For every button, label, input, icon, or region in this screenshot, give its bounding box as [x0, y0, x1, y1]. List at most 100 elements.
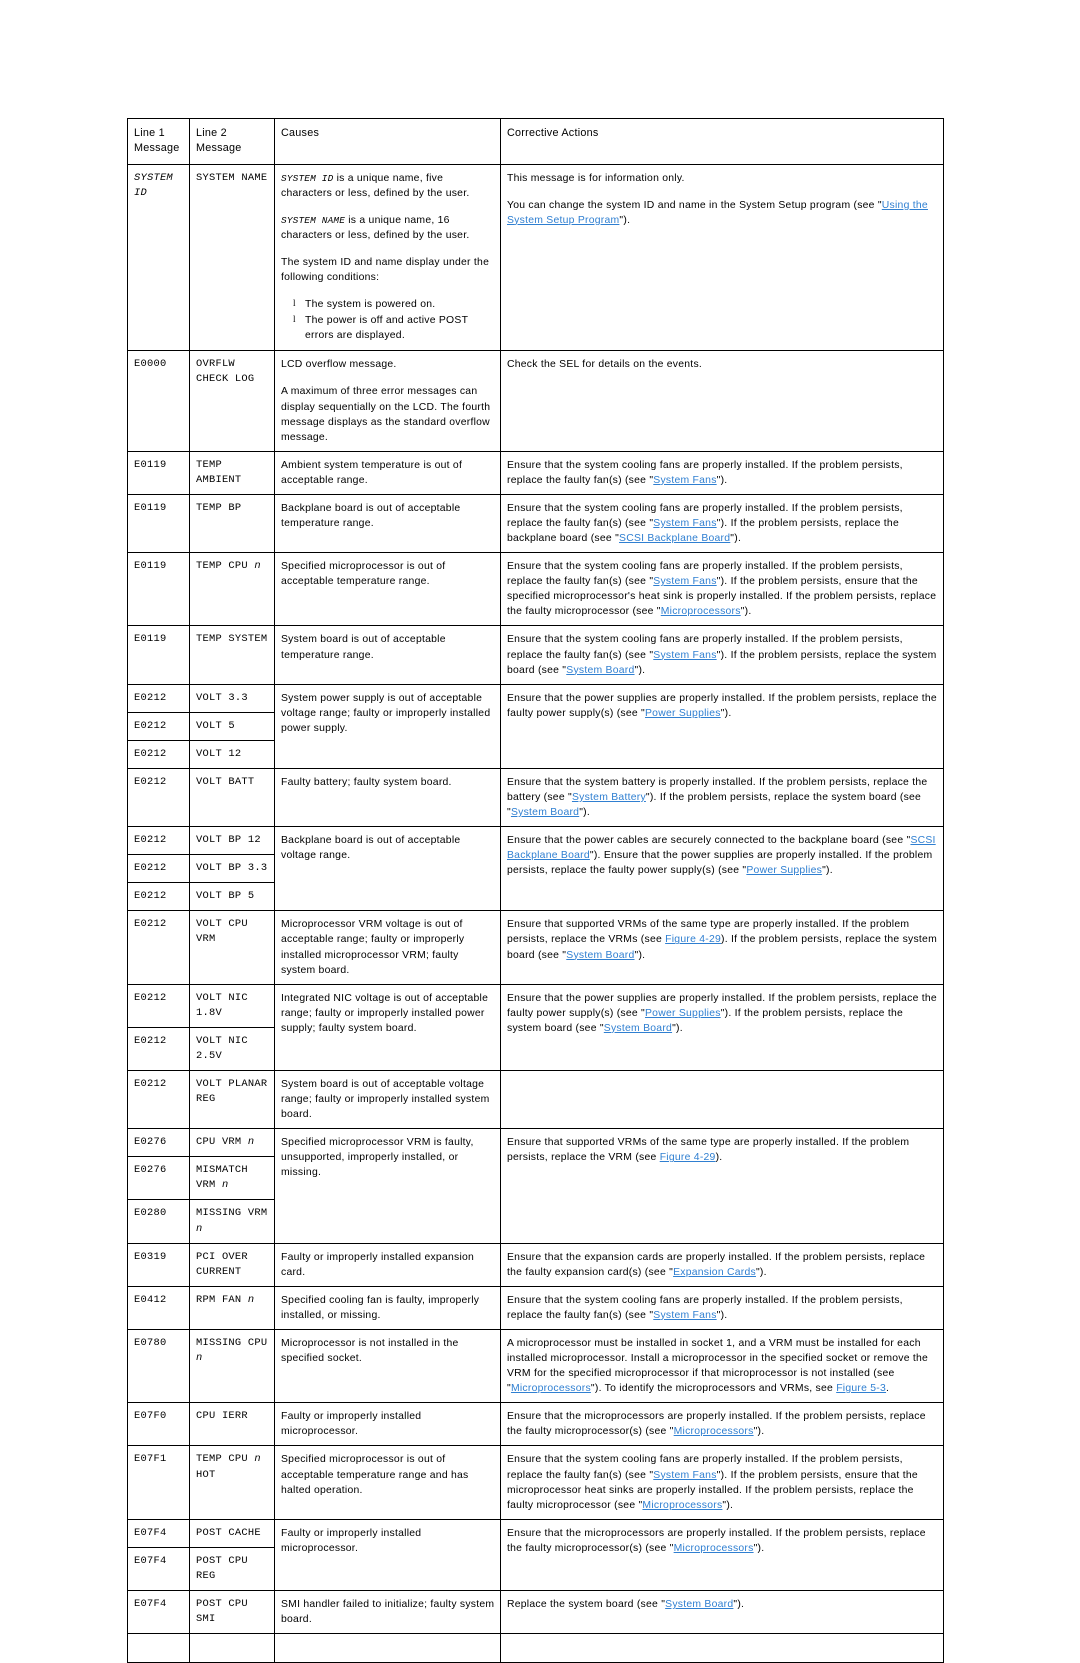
cell-line1-message: E0212: [127, 910, 190, 985]
cell-corrective-actions: Ensure that the power cables are securel…: [500, 826, 944, 912]
xref-link[interactable]: System Board: [511, 807, 579, 818]
xref-link[interactable]: System Battery: [572, 792, 646, 803]
table-row: E0212 VOLT CPU VRM Microprocessor VRM volt…: [127, 910, 944, 985]
xref-link[interactable]: Using the System Setup Program: [507, 200, 928, 226]
table-row: E0412 RPM FAN n Specified cooling fan is f…: [127, 1285, 944, 1330]
cell-line1-message: E0000: [127, 350, 190, 452]
xref-link[interactable]: Power Supplies: [645, 1008, 721, 1019]
xref-link[interactable]: Microprocessors: [511, 1383, 591, 1394]
cell-line1-message: E0119: [127, 450, 190, 495]
cell-corrective-actions: Ensure that the microprocessors are prop…: [500, 1518, 944, 1591]
xref-link[interactable]: Figure 4-29: [660, 1152, 716, 1163]
code-token: SYSTEM NAME: [281, 214, 346, 226]
causes-paragraph: Specified microprocessor is out of accep…: [281, 1454, 469, 1496]
cell-continuation: [274, 1633, 501, 1663]
cell-causes: Microprocessor VRM voltage is out of acc…: [274, 910, 501, 985]
table-row: E0212 VOLT NIC 1.8V Integrated NIC voltage…: [127, 983, 944, 1072]
xref-link[interactable]: System Fans: [653, 576, 716, 587]
conditions-list: l The system is powered on. l The power is …: [281, 297, 495, 343]
xref-link[interactable]: System Board: [604, 1023, 672, 1034]
xref-link[interactable]: System Fans: [653, 650, 716, 661]
cell-line1-message: E0276: [127, 1156, 190, 1201]
xref-link[interactable]: System Fans: [653, 518, 716, 529]
causes-paragraph: Faulty or improperly installed expansion…: [281, 1251, 475, 1278]
actions-paragraph: Ensure that the system cooling fans are …: [507, 561, 937, 618]
actions-paragraph: You can change the system ID and name in…: [507, 199, 928, 226]
table-row: E0212 VOLT 3.3 System power supply is out …: [127, 683, 944, 769]
xref-link[interactable]: Microprocessors: [674, 1426, 754, 1437]
cell-causes: Specified cooling fan is faulty, imprope…: [274, 1285, 501, 1330]
variable-n: n: [247, 1136, 255, 1149]
cell-line1-message: E0119: [127, 493, 190, 554]
xref-link[interactable]: SCSI Backplane Board: [619, 533, 730, 544]
actions-paragraph: Ensure that the system cooling fans are …: [507, 459, 903, 486]
table-row: E0119 TEMP BP Backplane board is out of ac…: [127, 493, 944, 554]
xref-link[interactable]: System Board: [566, 665, 634, 676]
xref-link[interactable]: Power Supplies: [645, 708, 721, 719]
cell-line1-message: E0212: [127, 983, 190, 1028]
variable-n: n: [196, 1352, 203, 1365]
table-row: E0212 VOLT BP 12 Backplane board is out of…: [127, 826, 944, 912]
cell-corrective-actions: A microprocessor must be installed in so…: [500, 1328, 944, 1404]
xref-link[interactable]: SCSI Backplane Board: [507, 835, 936, 861]
table-row: E07F4 POST CPU SMI SMI handler failed to i…: [127, 1589, 944, 1635]
cell-line2-message: RPM FAN n: [189, 1285, 275, 1330]
variable-n: n: [221, 1179, 229, 1192]
cell-causes: Specified microprocessor is out of accep…: [274, 552, 501, 627]
cell-line1-message: E0212: [127, 739, 190, 769]
xref-link[interactable]: System Board: [665, 1599, 733, 1610]
cell-line1-message: E0119: [127, 625, 190, 685]
column-header-corrective-actions: Corrective Actions: [500, 118, 944, 165]
cell-causes: Specified microprocessor VRM is faulty, …: [274, 1128, 501, 1244]
table-row: E0212 VOLT PLANAR REG System board is out …: [127, 1070, 944, 1130]
cell-line1-message: E07F4: [127, 1518, 190, 1548]
variable-n: n: [196, 1222, 203, 1235]
cell-causes: Ambient system temperature is out of acc…: [274, 450, 501, 495]
column-header-line2-message: Line 2 Message: [189, 118, 275, 165]
actions-paragraph: Ensure that the power supplies are prope…: [507, 692, 937, 719]
table-row: E07F1 TEMP CPU n HOT Specified microproces…: [127, 1445, 944, 1520]
cell-corrective-actions: Ensure that supported VRMs of the same t…: [500, 1128, 944, 1244]
causes-paragraph: LCD overflow message.: [281, 359, 397, 371]
xref-link[interactable]: Figure 4-29: [665, 934, 721, 945]
actions-paragraph: Ensure that the microprocessors are prop…: [507, 1411, 926, 1438]
cell-corrective-actions: [500, 1070, 944, 1130]
xref-link[interactable]: Microprocessors: [661, 606, 741, 617]
cell-causes: System board is out of acceptable voltag…: [274, 1070, 501, 1130]
cell-line2-message: VOLT CPU VRM: [189, 910, 275, 985]
actions-paragraph: This message is for information only.: [507, 172, 685, 184]
table-row: E07F4 POST CACHE Faulty or improperly inst…: [127, 1518, 944, 1591]
xref-link[interactable]: Power Supplies: [746, 865, 822, 876]
variable-n: n: [247, 1293, 255, 1306]
cell-causes: Specified microprocessor is out of accep…: [274, 1445, 501, 1520]
cell-corrective-actions: Ensure that the system cooling fans are …: [500, 625, 944, 685]
lcd-status-messages-table: Line 1 Message Line 2 Message Causes Corre…: [127, 118, 944, 1663]
xref-link[interactable]: System Board: [566, 950, 634, 961]
cell-causes: Faulty battery; faulty system board.: [274, 767, 501, 828]
xref-link[interactable]: System Fans: [653, 1310, 716, 1321]
cell-line1-message: E0280: [127, 1199, 190, 1244]
xref-link[interactable]: Microprocessors: [642, 1500, 722, 1511]
cell-causes: Microprocessor is not installed in the s…: [274, 1328, 501, 1404]
causes-paragraph: Specified microprocessor is out of accep…: [281, 561, 446, 588]
cell-line2-message: PCI OVER CURRENT: [189, 1242, 275, 1287]
table-header-row: Line 1 Message Line 2 Message Causes Corre…: [127, 118, 944, 165]
cell-line2-message: MISSING VRM n: [189, 1199, 275, 1244]
table-row: E0319 PCI OVER CURRENT Faulty or improperl…: [127, 1242, 944, 1287]
cell-line2-message: VOLT NIC 2.5V: [189, 1026, 275, 1072]
cell-line2-message: VOLT BP 12: [189, 826, 275, 856]
actions-paragraph: Ensure that the system cooling fans are …: [507, 1454, 918, 1511]
xref-link[interactable]: System Fans: [653, 1470, 716, 1481]
causes-paragraph: Ambient system temperature is out of acc…: [281, 459, 463, 486]
xref-link[interactable]: Expansion Cards: [673, 1267, 756, 1278]
cell-corrective-actions: Check the SEL for details on the events.: [500, 350, 944, 452]
table-row: E0119 TEMP CPU n Specified microprocessor …: [127, 552, 944, 627]
cell-causes: SYSTEM ID is a unique name, five charact…: [274, 163, 501, 352]
cell-line1-message: E0212: [127, 1026, 190, 1072]
causes-paragraph: Faulty or improperly installed microproc…: [281, 1411, 422, 1438]
cell-line1-message: E0212: [127, 854, 190, 884]
cell-corrective-actions: Ensure that the system cooling fans are …: [500, 493, 944, 554]
xref-link[interactable]: Microprocessors: [674, 1543, 754, 1554]
xref-link[interactable]: System Fans: [653, 475, 716, 486]
xref-link[interactable]: Figure 5-3: [836, 1383, 886, 1394]
